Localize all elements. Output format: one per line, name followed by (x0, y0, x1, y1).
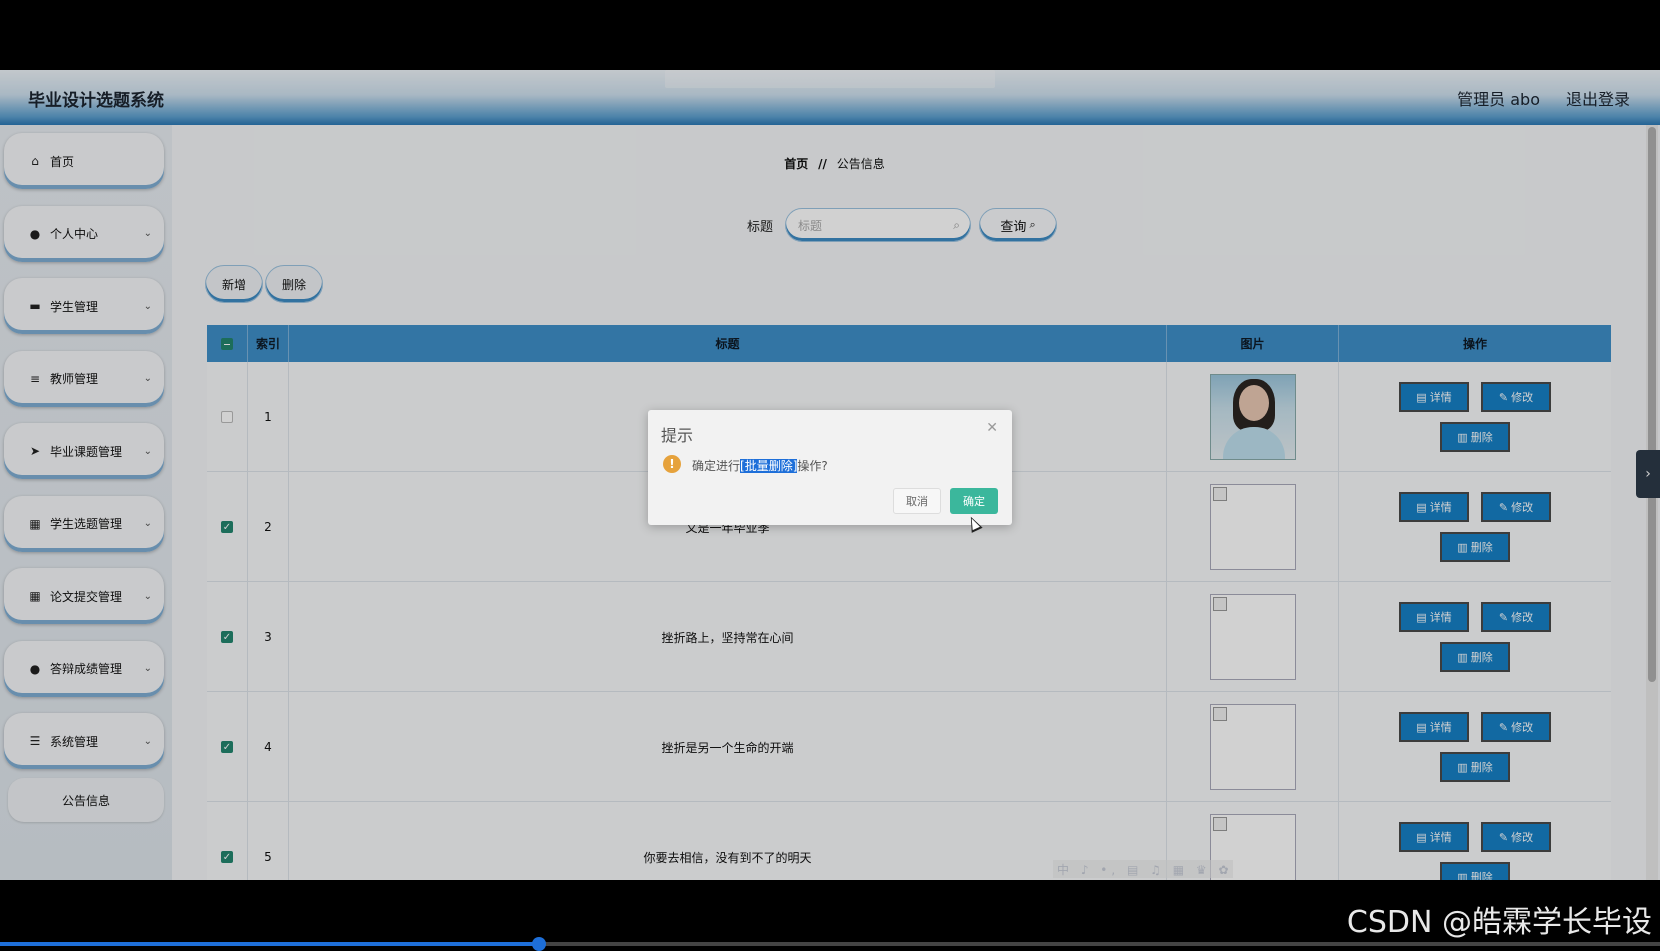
video-progress-knob[interactable] (532, 937, 546, 951)
confirm-dialog: 提示 ✕ ! 确定进行[批量删除]操作? 取消 确定 (648, 410, 1012, 525)
confirm-button[interactable]: 确定 (950, 488, 998, 514)
close-icon[interactable]: ✕ (986, 420, 998, 436)
app-screen: 毕业设计选题系统 管理员 abo 退出登录 ⌂ 首页 ● 个人中心 ⌄ ▬ 学生管理 ⌄ ≡ 教师… (0, 70, 1660, 880)
cancel-button[interactable]: 取消 (893, 488, 941, 514)
modal-overlay: 提示 ✕ ! 确定进行[批量删除]操作? 取消 确定 (0, 70, 1660, 880)
video-progress-fill (0, 942, 540, 946)
dialog-message: 确定进行[批量删除]操作? (692, 457, 828, 474)
dialog-message-highlight: [批量删除] (740, 459, 798, 473)
dialog-message-suffix: 操作? (797, 459, 828, 473)
dialog-message-prefix: 确定进行 (692, 459, 741, 473)
warning-icon: ! (663, 455, 681, 473)
watermark-text: CSDN @皓霖学长毕设 (1346, 905, 1652, 940)
dialog-title: 提示 (661, 426, 694, 445)
